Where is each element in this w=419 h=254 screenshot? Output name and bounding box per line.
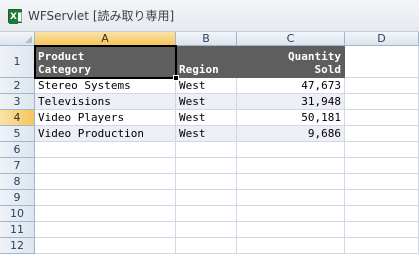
region-value: West xyxy=(179,95,206,108)
column-header-d[interactable]: D xyxy=(345,32,419,46)
region-value: West xyxy=(179,111,206,124)
grid-cell[interactable] xyxy=(176,174,237,190)
column-header-c[interactable]: C xyxy=(237,32,345,46)
grid-cell[interactable] xyxy=(237,238,345,254)
category-cell[interactable]: Televisions xyxy=(35,94,176,110)
grid-cell[interactable] xyxy=(237,206,345,222)
spreadsheet-grid[interactable]: A B C D 1 2 3 4 5 6 7 8 9 10 11 12 Produ… xyxy=(0,32,419,254)
header-cell-region[interactable]: Region xyxy=(176,46,237,78)
grid-cell[interactable] xyxy=(35,174,176,190)
quantity-cell[interactable]: 50,181 xyxy=(237,110,345,126)
title-bar: WFServlet [読み取り専用] xyxy=(0,0,419,32)
grid-cell[interactable] xyxy=(176,158,237,174)
column-header-b[interactable]: B xyxy=(176,32,237,46)
category-cell[interactable]: Video Production xyxy=(35,126,176,142)
header-cell-product-category[interactable]: Product Category xyxy=(35,46,176,78)
header-cell-quantity-sold[interactable]: Quantity Sold xyxy=(237,46,345,78)
grid-cell[interactable] xyxy=(237,158,345,174)
grid-cell[interactable] xyxy=(237,174,345,190)
column-header-a[interactable]: A xyxy=(35,32,176,46)
excel-icon xyxy=(8,9,22,24)
region-value: West xyxy=(179,127,206,140)
grid-cell[interactable] xyxy=(237,190,345,206)
grid-cell[interactable] xyxy=(237,142,345,158)
select-all-button[interactable] xyxy=(0,32,35,46)
category-value: Video Players xyxy=(38,111,125,124)
grid-cell[interactable] xyxy=(345,142,419,158)
grid-cell[interactable] xyxy=(176,190,237,206)
row-header-11[interactable]: 11 xyxy=(0,222,35,238)
category-cell[interactable]: Video Players xyxy=(35,110,176,126)
quantity-value: 47,673 xyxy=(301,79,341,92)
quantity-value: 50,181 xyxy=(301,111,341,124)
grid-cell[interactable] xyxy=(345,238,419,254)
grid-cell[interactable] xyxy=(345,78,419,94)
quantity-value: 31,948 xyxy=(301,95,341,108)
header-label-product-category: Product Category xyxy=(38,50,91,76)
row-header-10[interactable]: 10 xyxy=(0,206,35,222)
grid-cell[interactable] xyxy=(345,174,419,190)
row-header-9[interactable]: 9 xyxy=(0,190,35,206)
grid-cell[interactable] xyxy=(345,206,419,222)
grid-cell[interactable] xyxy=(35,142,176,158)
category-value: Televisions xyxy=(38,95,111,108)
region-cell[interactable]: West xyxy=(176,126,237,142)
category-cell[interactable]: Stereo Systems xyxy=(35,78,176,94)
grid-cell[interactable] xyxy=(35,206,176,222)
region-cell[interactable]: West xyxy=(176,110,237,126)
region-value: West xyxy=(179,79,206,92)
grid-cell[interactable] xyxy=(176,142,237,158)
fill-handle[interactable] xyxy=(173,75,179,81)
window-title: WFServlet [読み取り専用] xyxy=(28,9,175,23)
grid-cell[interactable] xyxy=(345,126,419,142)
grid-cell[interactable] xyxy=(345,190,419,206)
grid-cell[interactable] xyxy=(176,238,237,254)
row-header-3[interactable]: 3 xyxy=(0,94,35,110)
region-cell[interactable]: West xyxy=(176,94,237,110)
row-header-6[interactable]: 6 xyxy=(0,142,35,158)
row-header-7[interactable]: 7 xyxy=(0,158,35,174)
quantity-cell[interactable]: 31,948 xyxy=(237,94,345,110)
quantity-cell[interactable]: 47,673 xyxy=(237,78,345,94)
grid-cell[interactable] xyxy=(237,222,345,238)
grid-cell[interactable] xyxy=(345,158,419,174)
grid-cell[interactable] xyxy=(35,222,176,238)
header-label-region: Region xyxy=(179,63,219,76)
grid-cell[interactable] xyxy=(345,110,419,126)
row-header-8[interactable]: 8 xyxy=(0,174,35,190)
grid-cell[interactable] xyxy=(345,94,419,110)
row-header-5[interactable]: 5 xyxy=(0,126,35,142)
header-label-quantity-sold: Quantity Sold xyxy=(288,50,341,76)
row-header-12[interactable]: 12 xyxy=(0,238,35,254)
region-cell[interactable]: West xyxy=(176,78,237,94)
grid-cell[interactable] xyxy=(345,46,419,78)
quantity-cell[interactable]: 9,686 xyxy=(237,126,345,142)
grid-cell[interactable] xyxy=(35,190,176,206)
category-value: Stereo Systems xyxy=(38,79,131,92)
grid-cell[interactable] xyxy=(345,222,419,238)
row-header-1[interactable]: 1 xyxy=(0,46,35,78)
grid-cell[interactable] xyxy=(35,158,176,174)
row-header-4[interactable]: 4 xyxy=(0,110,35,126)
quantity-value: 9,686 xyxy=(307,127,341,140)
grid-cell[interactable] xyxy=(176,222,237,238)
grid-cell[interactable] xyxy=(35,238,176,254)
row-header-2[interactable]: 2 xyxy=(0,78,35,94)
category-value: Video Production xyxy=(38,127,144,140)
grid-cell[interactable] xyxy=(176,206,237,222)
